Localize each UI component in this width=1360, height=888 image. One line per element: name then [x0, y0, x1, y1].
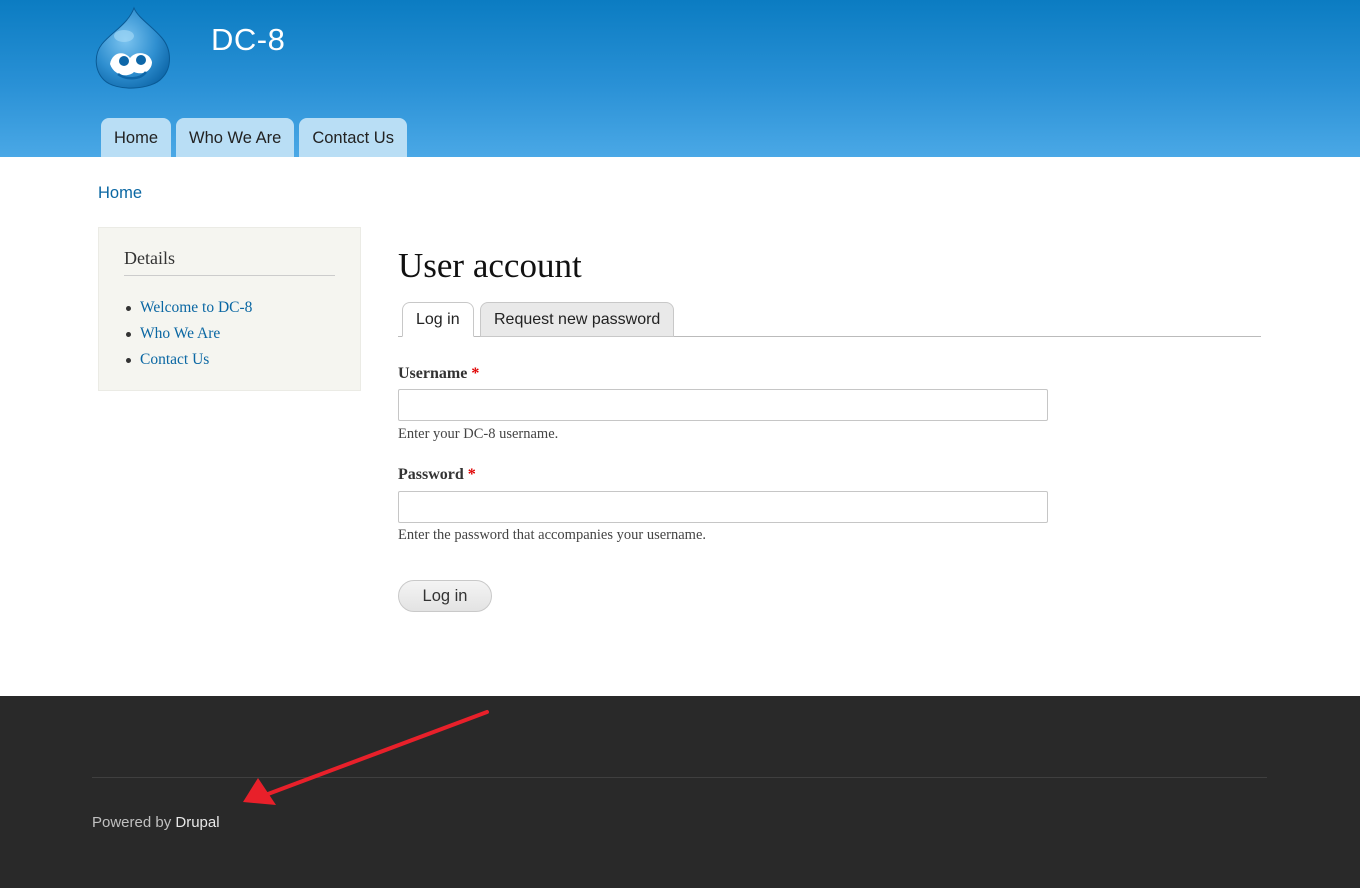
log-in-button[interactable]: Log in [398, 580, 492, 612]
page-title: User account [398, 246, 582, 285]
sidebar-title: Details [124, 248, 335, 276]
site-name[interactable]: DC-8 [211, 22, 285, 58]
sidebar-item-contact-us[interactable]: Contact Us [124, 347, 252, 373]
password-label: Password * [398, 466, 476, 484]
password-label-text: Password [398, 466, 464, 483]
sidebar-item-welcome[interactable]: Welcome to DC-8 [124, 295, 252, 321]
drupal-logo-icon[interactable] [94, 6, 172, 92]
password-required-marker: * [467, 466, 476, 483]
main-nav: Home Who We Are Contact Us [101, 118, 407, 157]
sidebar-list: Welcome to DC-8 Who We Are Contact Us [124, 295, 252, 373]
drupal-link[interactable]: Drupal [175, 814, 219, 831]
username-required-marker: * [471, 365, 480, 382]
powered-by-text: Powered by [92, 814, 172, 831]
footer-divider [92, 777, 1267, 778]
username-label-text: Username [398, 365, 468, 382]
tab-log-in[interactable]: Log in [402, 302, 474, 337]
username-description: Enter your DC-8 username. [398, 426, 559, 442]
site-header: DC-8 Home Who We Are Contact Us [0, 0, 1360, 157]
breadcrumb-home[interactable]: Home [98, 184, 142, 203]
sidebar-details: Details Welcome to DC-8 Who We Are Conta… [98, 227, 361, 391]
powered-by: Powered by Drupal [92, 814, 220, 831]
nav-item-who-we-are[interactable]: Who We Are [176, 118, 295, 157]
password-input[interactable] [398, 491, 1048, 523]
tab-request-new-password[interactable]: Request new password [480, 302, 675, 337]
nav-item-home[interactable]: Home [101, 118, 172, 157]
username-input[interactable] [398, 389, 1048, 421]
username-label: Username * [398, 365, 479, 383]
nav-item-contact-us[interactable]: Contact Us [299, 118, 407, 157]
password-description: Enter the password that accompanies your… [398, 527, 707, 543]
site-footer: Powered by Drupal [0, 696, 1360, 888]
sidebar-item-who-we-are[interactable]: Who We Are [124, 321, 252, 347]
